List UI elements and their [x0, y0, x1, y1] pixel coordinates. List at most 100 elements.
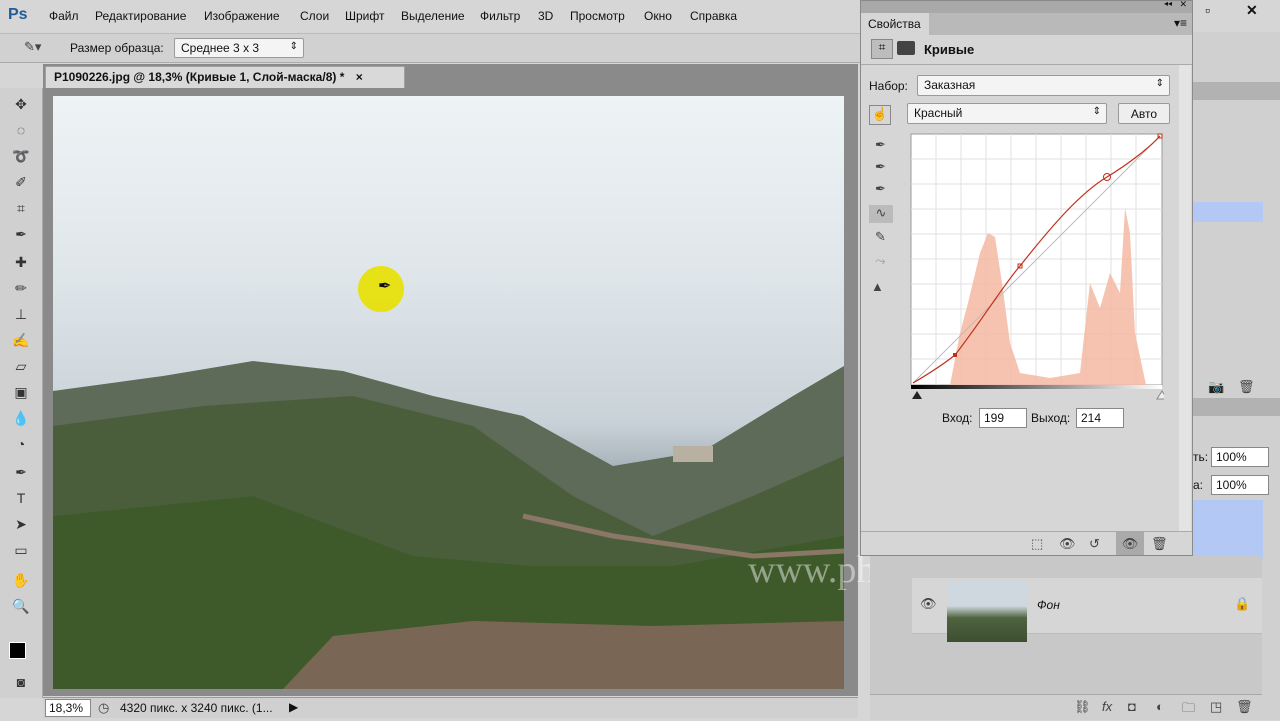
- status-menu-arrow[interactable]: ▶: [289, 700, 298, 714]
- history-delete-icon[interactable]: 🗑: [1238, 379, 1255, 395]
- snapshot-icon[interactable]: 📷: [1208, 379, 1224, 395]
- lock-icon: 🔒: [1234, 596, 1251, 611]
- gradient-tool-icon[interactable]: ▣: [10, 384, 32, 404]
- layer-name[interactable]: Фон: [1037, 598, 1060, 612]
- close-tab-icon[interactable]: ×: [356, 70, 363, 84]
- fill-label: а:: [1193, 478, 1204, 492]
- clip-to-layer-icon[interactable]: ⬚: [1031, 536, 1043, 552]
- group-folder-icon[interactable]: 🗀: [1182, 699, 1195, 721]
- channel-select[interactable]: Красный: [907, 103, 1107, 124]
- targeted-adjustment-icon[interactable]: ☝: [869, 105, 891, 125]
- menu-view[interactable]: Просмотр: [570, 9, 625, 23]
- adjustment-header: ⌗ Кривые: [861, 35, 1192, 65]
- collapse-panel-icon[interactable]: ◂◂: [1164, 0, 1172, 8]
- panel-tabbar: Свойства ▾≡: [861, 13, 1192, 35]
- status-info-icon[interactable]: ◷: [98, 700, 109, 716]
- document-info: 4320 пикс. x 3240 пикс. (1...: [120, 701, 273, 715]
- brush-tool-icon[interactable]: ✏: [10, 280, 32, 300]
- delete-adjustment-icon[interactable]: 🗑: [1151, 536, 1168, 552]
- pen-tool-icon[interactable]: ✒: [10, 464, 32, 484]
- properties-footer: ⬚ 👁 ↺ 👁 🗑: [861, 531, 1192, 555]
- healing-tool-icon[interactable]: ✚: [10, 254, 32, 274]
- menu-type[interactable]: Шрифт: [345, 9, 384, 23]
- menu-file[interactable]: Файл: [49, 9, 79, 23]
- stamp-tool-icon[interactable]: ⊥: [10, 306, 32, 326]
- close-window-button[interactable]: ✕: [1246, 2, 1258, 19]
- curves-graph[interactable]: [910, 133, 1164, 401]
- clipping-warning-icon[interactable]: ▲: [871, 279, 884, 294]
- mask-icon[interactable]: [897, 41, 915, 55]
- opacity-label: ть:: [1193, 450, 1209, 464]
- panel-scrollbar[interactable]: [1179, 65, 1191, 531]
- gray-point-eyedropper-icon[interactable]: ✒: [875, 159, 886, 175]
- smooth-curve-icon[interactable]: ⤳: [875, 253, 885, 269]
- white-point-slider[interactable]: [1156, 390, 1164, 400]
- zoom-tool-icon[interactable]: 🔍: [10, 598, 32, 618]
- curve-point[interactable]: [953, 353, 957, 357]
- menu-edit[interactable]: Редактирование: [95, 9, 186, 23]
- zoom-field[interactable]: 18,3%: [45, 699, 91, 717]
- quick-select-tool-icon[interactable]: ✐: [10, 174, 32, 194]
- maximize-button[interactable]: ▫: [1205, 2, 1210, 18]
- output-field[interactable]: 214: [1076, 408, 1124, 428]
- delete-layer-icon[interactable]: 🗑: [1236, 699, 1253, 715]
- tab-properties[interactable]: Свойства: [861, 13, 929, 35]
- black-point-eyedropper-icon[interactable]: ✒: [875, 137, 886, 153]
- curve-points-icon[interactable]: ∿: [869, 205, 893, 223]
- visibility-eye-icon[interactable]: 👁: [920, 596, 937, 612]
- history-brush-icon[interactable]: ✍: [10, 332, 32, 352]
- sample-size-value: Среднее 3 x 3: [181, 41, 260, 55]
- new-layer-icon[interactable]: ◳: [1210, 699, 1222, 715]
- add-mask-icon[interactable]: ◘: [1128, 699, 1136, 714]
- toggle-visibility-icon[interactable]: 👁: [1116, 532, 1144, 555]
- menu-layers[interactable]: Слои: [300, 9, 329, 23]
- sample-size-select[interactable]: Среднее 3 x 3: [174, 38, 304, 58]
- menu-3d[interactable]: 3D: [538, 9, 553, 23]
- quick-mask-icon[interactable]: ◙: [10, 674, 32, 694]
- blur-tool-icon[interactable]: 💧: [10, 410, 32, 430]
- document-tab-title: P1090226.jpg @ 18,3% (Кривые 1, Слой-мас…: [54, 70, 345, 84]
- eraser-tool-icon[interactable]: ▱: [10, 358, 32, 378]
- crop-tool-icon[interactable]: ⌗: [10, 200, 32, 220]
- menu-select[interactable]: Выделение: [401, 9, 465, 23]
- reset-icon[interactable]: ↺: [1089, 536, 1100, 552]
- menu-filter[interactable]: Фильтр: [480, 9, 520, 23]
- pencil-draw-icon[interactable]: ✎: [875, 229, 886, 245]
- dodge-tool-icon[interactable]: ◔: [10, 436, 32, 456]
- selected-layer-curves[interactable]: [1193, 500, 1263, 560]
- foreground-color[interactable]: [9, 642, 26, 659]
- eyedropper-preset-icon[interactable]: ✎▾: [24, 39, 41, 55]
- input-field[interactable]: 199: [979, 408, 1027, 428]
- close-panel-icon[interactable]: ✕: [1179, 0, 1187, 10]
- menu-image[interactable]: Изображение: [204, 9, 280, 23]
- move-tool-icon[interactable]: ✥: [10, 96, 32, 116]
- type-tool-icon[interactable]: T: [10, 490, 32, 510]
- auto-button[interactable]: Авто: [1118, 103, 1170, 124]
- black-point-slider[interactable]: [912, 391, 922, 399]
- curves-adjustment-icon[interactable]: ⌗: [871, 39, 893, 59]
- preset-select[interactable]: Заказная: [917, 75, 1170, 96]
- fill-field[interactable]: 100%: [1211, 475, 1269, 495]
- canvas-image[interactable]: ✒: [53, 96, 844, 689]
- hand-tool-icon[interactable]: ✋: [10, 572, 32, 592]
- panel-titlebar[interactable]: ◂◂ ✕: [861, 0, 1192, 13]
- panel-menu-icon[interactable]: ▾≡: [1174, 16, 1187, 30]
- opacity-field[interactable]: 100%: [1211, 447, 1269, 467]
- adjustment-layer-icon[interactable]: ◐: [1156, 699, 1164, 714]
- link-layers-icon[interactable]: ⛓: [1074, 699, 1091, 715]
- fx-icon[interactable]: fx: [1102, 699, 1112, 714]
- path-select-icon[interactable]: ➤: [10, 516, 32, 536]
- menu-window[interactable]: Окно: [644, 9, 672, 23]
- eyedropper-tool-icon[interactable]: ✒: [10, 226, 32, 246]
- collapsed-panel-header: [1193, 82, 1280, 100]
- shape-tool-icon[interactable]: ▭: [10, 542, 32, 562]
- white-point-eyedropper-icon[interactable]: ✒: [875, 181, 886, 197]
- menu-help[interactable]: Справка: [690, 9, 737, 23]
- selected-history-item[interactable]: [1193, 202, 1263, 222]
- document-tab[interactable]: P1090226.jpg @ 18,3% (Кривые 1, Слой-мас…: [45, 66, 405, 88]
- marquee-tool-icon[interactable]: ◌: [10, 122, 32, 142]
- lasso-tool-icon[interactable]: ➰: [10, 148, 32, 168]
- status-bar: 18,3% ◷ 4320 пикс. x 3240 пикс. (1... ▶: [43, 697, 858, 718]
- layer-row-background[interactable]: 👁 Фон 🔒: [912, 578, 1262, 642]
- view-previous-state-icon[interactable]: 👁: [1059, 536, 1076, 552]
